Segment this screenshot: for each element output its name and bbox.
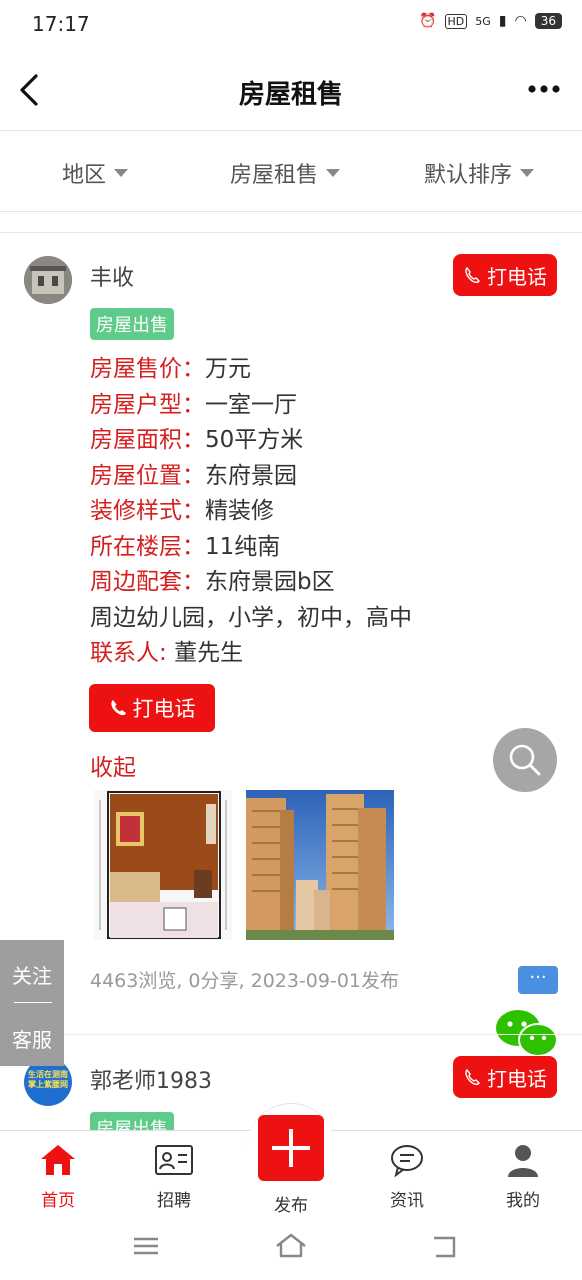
avatar-text: 生活在测南 (28, 1070, 68, 1079)
person-icon (508, 1145, 538, 1177)
contact-call-button[interactable]: 打电话 (89, 684, 215, 732)
call-button[interactable]: 打电话 (453, 1056, 557, 1098)
filter-label: 地区 (62, 163, 107, 188)
filter-region[interactable]: 地区 (62, 157, 129, 189)
detail-extra: 周边幼儿园，小学，初中，高中 (90, 604, 412, 631)
page-title: 房屋租售 (238, 80, 343, 110)
caret-down-icon (326, 169, 341, 177)
detail-layout: 房屋户型：一室一厅 (90, 391, 297, 418)
filter-sort[interactable]: 默认排序 (424, 157, 535, 189)
id-card-icon (155, 1145, 193, 1175)
phone-icon (465, 1068, 480, 1086)
collapse-link[interactable]: 收起 (90, 748, 136, 782)
filter-label: 房屋租售 (230, 163, 319, 188)
floorplan-image[interactable] (94, 790, 232, 940)
nav-home[interactable]: 首页 (18, 1143, 98, 1211)
avatar-image (24, 256, 72, 304)
wifi-icon: ◠ (514, 13, 527, 29)
post-details: 房屋售价：万元 房屋户型：一室一厅 房屋面积：50平方米 房屋位置：东府景园 装… (90, 352, 412, 672)
menu-icon[interactable] (132, 1234, 160, 1258)
filter-rent-sale[interactable]: 房屋租售 (230, 157, 341, 189)
post-divider (0, 1034, 582, 1035)
filter-bar: 地区 房屋租售 默认排序 (0, 131, 582, 212)
top-header: 房屋租售 (0, 52, 582, 131)
phone-icon (465, 266, 480, 284)
avatar-text: 掌上紫腰网 (28, 1080, 68, 1089)
detail-location: 房屋位置：东府景园 (90, 462, 297, 489)
comment-icon[interactable]: ··· (518, 966, 558, 994)
category-tag: 房屋出售 (90, 308, 174, 340)
post-meta: 4463浏览, 0分享, 2023-09-01发布 (90, 970, 400, 992)
status-icons: ⏰ HD 5G ▮ ◠ 36 (419, 13, 562, 29)
call-button-label: 打电话 (487, 264, 547, 289)
signal-icon: ▮ (498, 13, 507, 29)
phone-icon (110, 700, 126, 716)
nav-news[interactable]: 资讯 (367, 1143, 447, 1211)
back-nav-icon[interactable] (430, 1234, 460, 1260)
search-icon (509, 744, 541, 776)
contact-call-label: 打电话 (132, 697, 196, 721)
detail-contact: 联系人: 董先生 (90, 640, 244, 666)
detail-decoration: 装修样式：精装修 (90, 498, 274, 524)
call-button[interactable]: 打电话 (453, 254, 557, 296)
divider (0, 232, 582, 233)
detail-floor: 所在楼层：11纯南 (90, 533, 281, 560)
more-icon[interactable] (526, 74, 562, 104)
building-photo[interactable] (246, 790, 394, 940)
chat-bubble-icon (391, 1145, 423, 1178)
service-button[interactable]: 客服 (12, 1024, 52, 1053)
post-username[interactable]: 丰收 (90, 260, 134, 292)
publish-button[interactable] (258, 1115, 324, 1181)
status-time: 17:17 (32, 12, 90, 36)
plus-icon (272, 1129, 310, 1167)
nav-me[interactable]: 我的 (483, 1143, 563, 1211)
post-username[interactable]: 郭老师1983 (90, 1063, 212, 1095)
side-panel-divider (14, 1002, 52, 1003)
battery-level: 36 (534, 13, 562, 29)
filter-label: 默认排序 (424, 163, 513, 188)
caret-down-icon (520, 169, 535, 177)
side-panel: 关注 客服 (0, 940, 64, 1066)
network-label: 5G (475, 14, 491, 28)
home-icon (41, 1145, 75, 1175)
detail-price: 房屋售价：万元 (90, 356, 251, 382)
caret-down-icon (114, 169, 129, 177)
nav-jobs[interactable]: 招聘 (134, 1143, 214, 1211)
detail-facilities: 周边配套：东府景园b区 (90, 569, 335, 595)
nav-publish[interactable]: 发布 (251, 1187, 331, 1216)
call-button-label: 打电话 (487, 1066, 547, 1091)
system-nav-bar (0, 1222, 582, 1280)
hd-icon: HD (444, 13, 468, 29)
alarm-icon: ⏰ (419, 13, 437, 29)
follow-button[interactable]: 关注 (12, 960, 52, 989)
search-button[interactable] (493, 728, 557, 792)
status-bar: 17:17 ⏰ HD 5G ▮ ◠ 36 (0, 0, 582, 52)
detail-area: 房屋面积：50平方米 (90, 427, 304, 453)
avatar[interactable] (24, 256, 72, 304)
bottom-nav: 首页 招聘 发布 资讯 我的 (0, 1103, 582, 1223)
home-nav-icon[interactable] (274, 1232, 308, 1260)
